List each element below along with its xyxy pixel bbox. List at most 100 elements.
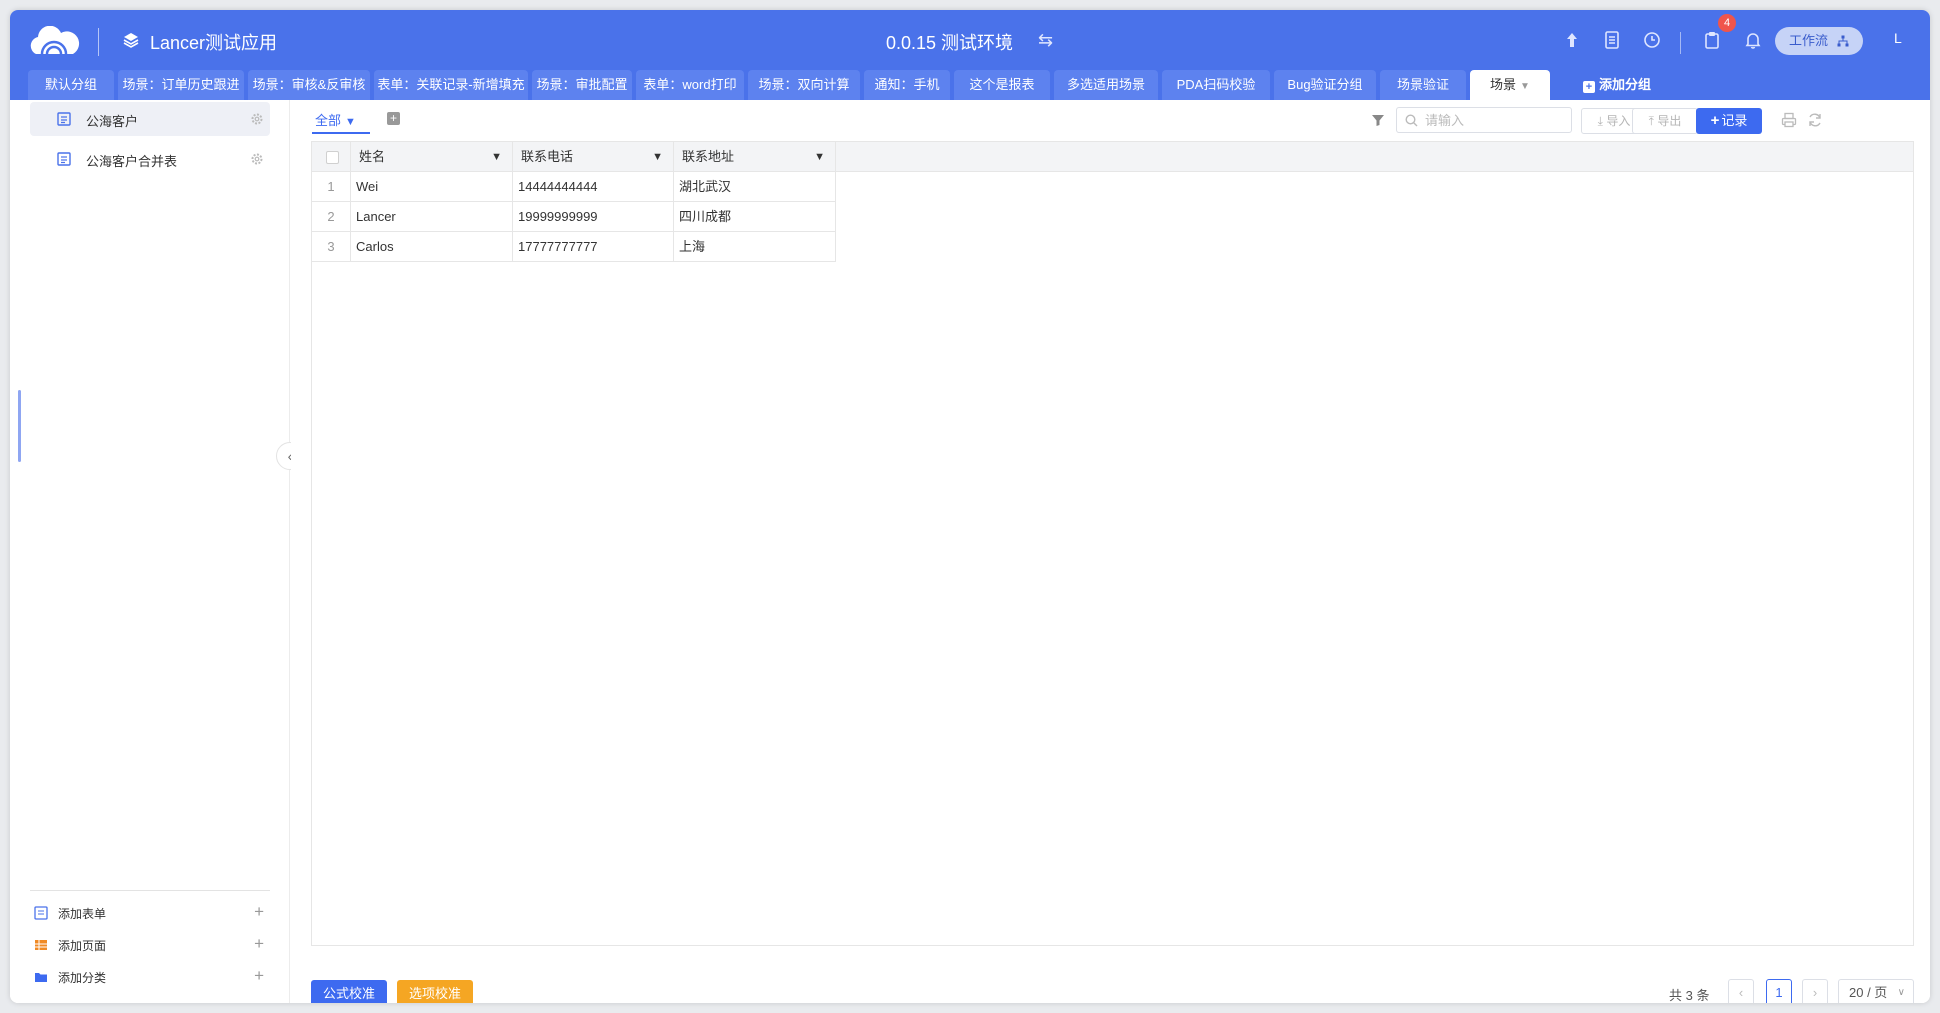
- cell-address[interactable]: 湖北武汉: [674, 172, 836, 202]
- tab-word-print[interactable]: 表单：word打印: [636, 70, 744, 100]
- sidebar-item-public-customers[interactable]: 公海客户: [30, 102, 270, 136]
- gear-icon[interactable]: [250, 112, 264, 126]
- view-label: 全部: [315, 113, 342, 128]
- cell-name[interactable]: Carlos: [351, 232, 513, 262]
- tab-linked-record[interactable]: 表单：关联记录-新增填充: [374, 70, 528, 100]
- clipboard-icon[interactable]: [1702, 30, 1722, 50]
- search-input[interactable]: [1425, 111, 1565, 129]
- sidebar: 公海客户 公海客户合并表 添加表单 + 添加页面 + 添加分类 +: [10, 100, 290, 1003]
- data-grid: 姓名 ▼ 联系电话 ▼ 联系地址 ▼ 1 Wei 14444444444 湖北武汉 2…: [311, 141, 1914, 946]
- add-category-button[interactable]: 添加分类 +: [30, 964, 270, 990]
- header-divider: [98, 28, 99, 56]
- caret-down-icon: ▼: [1520, 81, 1530, 92]
- add-page-button[interactable]: 添加页面 +: [30, 932, 270, 958]
- user-avatar[interactable]: L: [1894, 30, 1902, 46]
- select-all-checkbox[interactable]: [326, 151, 339, 164]
- add-record-button[interactable]: + 记录: [1696, 108, 1762, 134]
- caret-down-icon[interactable]: ▼: [814, 142, 825, 172]
- tab-default-group[interactable]: 默认分组: [28, 70, 114, 100]
- tab-scene[interactable]: 场景 ▼: [1470, 70, 1550, 100]
- bell-icon[interactable]: [1743, 30, 1763, 50]
- column-title: 姓名: [359, 149, 386, 164]
- select-all-cell: [312, 142, 351, 172]
- main-content: 全部▼ + ⤓ 导入 ⤒ 导出 +记录: [291, 100, 1930, 1003]
- sidebar-item-label: 公海客户合并表: [86, 154, 178, 169]
- plus-icon: +: [254, 934, 264, 953]
- prev-page-button[interactable]: ‹: [1728, 979, 1754, 1003]
- formula-check-button[interactable]: 公式校准: [311, 980, 387, 1003]
- sidebar-item-label: 公海客户: [86, 114, 139, 129]
- add-form-label: 添加表单: [58, 907, 107, 921]
- caret-down-icon[interactable]: ▼: [491, 142, 502, 172]
- clock-icon[interactable]: [1642, 30, 1662, 50]
- tab-scene-label: 场景: [1490, 77, 1517, 92]
- environment-title: 0.0.15 测试环境: [886, 33, 1014, 53]
- tab-notify-phone[interactable]: 通知：手机: [864, 70, 950, 100]
- tab-approval-config[interactable]: 场景：审批配置: [532, 70, 632, 100]
- tab-bug-verify[interactable]: Bug验证分组: [1274, 70, 1376, 100]
- page-size-select[interactable]: 20 / 页 ∨: [1838, 979, 1914, 1003]
- hierarchy-icon: [1837, 35, 1849, 47]
- top-bar: Lancer测试应用 0.0.15 测试环境 ⇆ 4 工作流 L: [10, 10, 1930, 70]
- grid-header: 姓名 ▼ 联系电话 ▼ 联系地址 ▼: [312, 142, 1913, 172]
- cloud-logo-icon[interactable]: [28, 26, 80, 58]
- folder-icon: [35, 973, 47, 982]
- print-icon[interactable]: [1781, 112, 1797, 128]
- search-icon: [1405, 114, 1418, 127]
- sidebar-divider: [30, 890, 270, 891]
- column-header-address[interactable]: 联系地址 ▼: [674, 142, 836, 172]
- add-category-label: 添加分类: [58, 971, 107, 985]
- add-view-icon[interactable]: +: [387, 112, 400, 125]
- view-selector[interactable]: 全部 ▼: [315, 110, 356, 129]
- tab-order-history[interactable]: 场景：订单历史跟进: [118, 70, 244, 100]
- tab-multiselect[interactable]: 多选适用场景: [1054, 70, 1158, 100]
- cell-phone[interactable]: 19999999999: [513, 202, 674, 232]
- import-label: 导入: [1606, 114, 1631, 128]
- caret-down-icon: ▼: [345, 116, 356, 128]
- tab-scene-verify[interactable]: 场景验证: [1380, 70, 1466, 100]
- plus-icon: +: [254, 966, 264, 985]
- workflow-label: 工作流: [1789, 33, 1829, 48]
- cell-address[interactable]: 四川成都: [674, 202, 836, 232]
- column-header-phone[interactable]: 联系电话 ▼: [513, 142, 674, 172]
- workflow-button[interactable]: 工作流: [1775, 27, 1863, 55]
- add-form-button[interactable]: 添加表单 +: [30, 900, 270, 926]
- add-group-label: 添加分组: [1598, 77, 1651, 92]
- gear-icon[interactable]: [250, 152, 264, 166]
- refresh-icon[interactable]: [1807, 112, 1823, 128]
- tab-audit[interactable]: 场景：审核&反审核: [248, 70, 370, 100]
- notification-badge: 4: [1718, 14, 1736, 32]
- column-header-name[interactable]: 姓名 ▼: [351, 142, 513, 172]
- tab-bidirectional-calc[interactable]: 场景：双向计算: [748, 70, 860, 100]
- export-label: 导出: [1657, 114, 1682, 128]
- upload-arrow-icon[interactable]: [1562, 30, 1582, 50]
- document-icon[interactable]: [1602, 30, 1622, 50]
- cell-name[interactable]: Lancer: [351, 202, 513, 232]
- switch-env-icon[interactable]: ⇆: [1038, 30, 1053, 51]
- add-group-tab[interactable]: + 添加分组: [1558, 70, 1676, 100]
- cell-address[interactable]: 上海: [674, 232, 836, 262]
- column-title: 联系电话: [521, 149, 574, 164]
- row-number: 2: [312, 202, 351, 232]
- cell-phone[interactable]: 14444444444: [513, 172, 674, 202]
- sidebar-item-merged-customers[interactable]: 公海客户合并表: [30, 142, 270, 176]
- next-page-button[interactable]: ›: [1802, 979, 1828, 1003]
- search-box: [1396, 107, 1572, 133]
- plus-icon: +: [1710, 112, 1720, 129]
- export-button[interactable]: ⤒ 导出: [1632, 108, 1698, 134]
- caret-down-icon[interactable]: ▼: [652, 142, 663, 172]
- view-underline: [312, 132, 370, 134]
- tab-pda-scan[interactable]: PDA扫码校验: [1162, 70, 1270, 100]
- cell-name[interactable]: Wei: [351, 172, 513, 202]
- page-number-button[interactable]: 1: [1766, 979, 1792, 1003]
- app-window: Lancer测试应用 0.0.15 测试环境 ⇆ 4 工作流 L 默认分组 场景…: [10, 10, 1930, 1003]
- app-name[interactable]: Lancer测试应用: [150, 29, 277, 55]
- resize-handle[interactable]: [18, 390, 21, 462]
- tab-report[interactable]: 这个是报表: [954, 70, 1050, 100]
- filter-icon[interactable]: [1370, 112, 1386, 128]
- page-table-icon: [35, 940, 47, 950]
- option-check-button[interactable]: 选项校准: [397, 980, 473, 1003]
- cell-phone[interactable]: 17777777777: [513, 232, 674, 262]
- form-icon: [57, 152, 71, 166]
- toolbar-divider: [1680, 32, 1681, 54]
